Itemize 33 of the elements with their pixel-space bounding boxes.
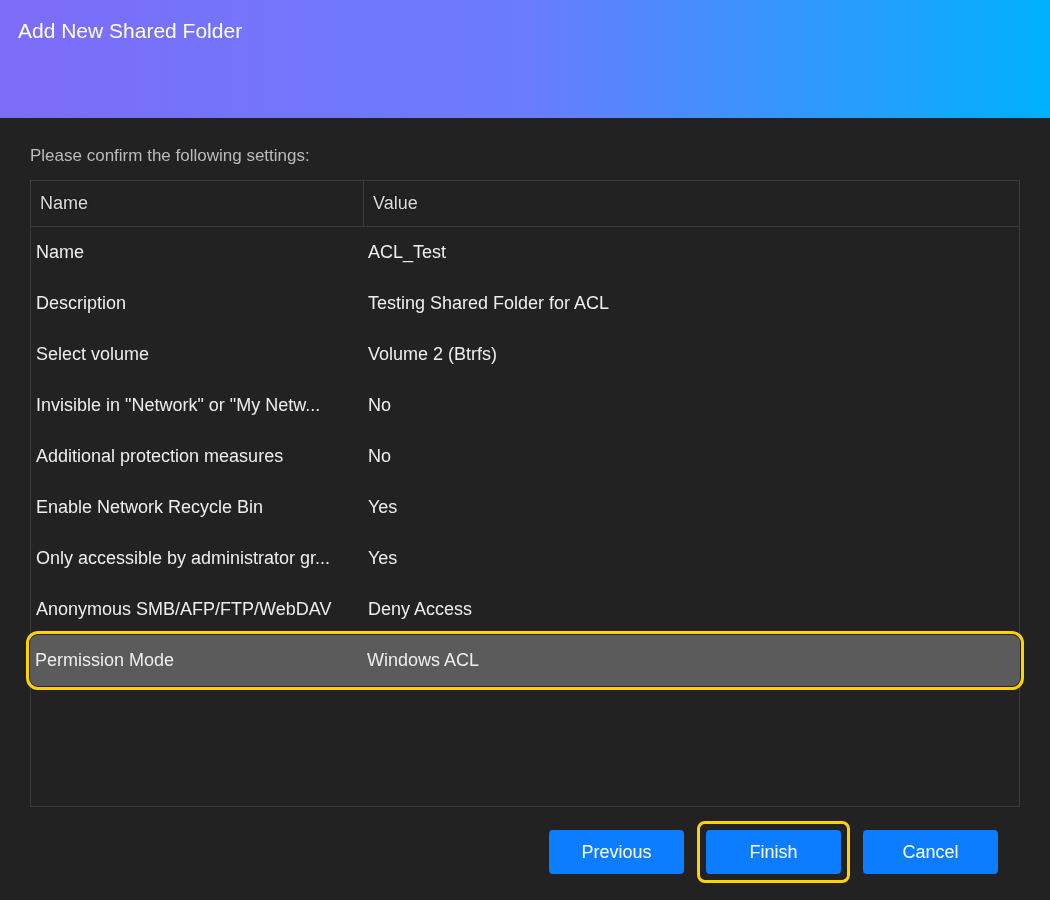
table-cell: No [368,446,391,466]
table-row[interactable]: Select volume Volume 2 (Btrfs) [31,329,1019,380]
table-cell: Select volume [36,344,150,364]
window-title: Add New Shared Folder [18,19,243,43]
table-cell: Only accessible by administrator gr... [36,548,331,568]
table-cell: Testing Shared Folder for ACL [368,293,610,313]
table-row[interactable]: Anonymous SMB/AFP/FTP/WebDAV Deny Access [31,584,1019,635]
column-header: Name [39,192,89,215]
table-row[interactable]: Name ACL_Test [31,227,1019,278]
table-row[interactable]: Additional protection measures No [31,431,1019,482]
table-cell: Windows ACL [367,650,480,670]
table-cell: Additional protection measures [36,446,284,466]
table-cell: Enable Network Recycle Bin [36,497,264,517]
table-cell: No [368,395,391,415]
table-cell: Anonymous SMB/AFP/FTP/WebDAV [36,599,332,619]
table-cell: Description [36,293,127,313]
table-row[interactable]: Enable Network Recycle Bin Yes [31,482,1019,533]
dialog-button[interactable]: Finish [706,830,841,874]
instruction-text: Please confirm the following settings: [30,146,310,166]
table-cell: ACL_Test [368,242,447,262]
table-row[interactable]: Invisible in "Network" or "My Netw... No [31,380,1019,431]
table-cell: Yes [368,497,398,517]
table-cell: Deny Access [368,599,473,619]
table-cell: Yes [368,548,398,568]
table-row[interactable]: Only accessible by administrator gr... Yes [31,533,1019,584]
table-cell: Volume 2 (Btrfs) [368,344,498,364]
dialog-button[interactable]: Cancel [863,830,998,874]
column-header: Value [363,181,1019,226]
table-cell: Name [36,242,84,262]
table-cell: Invisible in "Network" or "My Netw... [36,395,321,415]
table-cell: Permission Mode [35,650,175,670]
table-row[interactable]: Description Testing Shared Folder for ACL [31,278,1019,329]
dialog-button[interactable]: Previous [549,830,684,874]
